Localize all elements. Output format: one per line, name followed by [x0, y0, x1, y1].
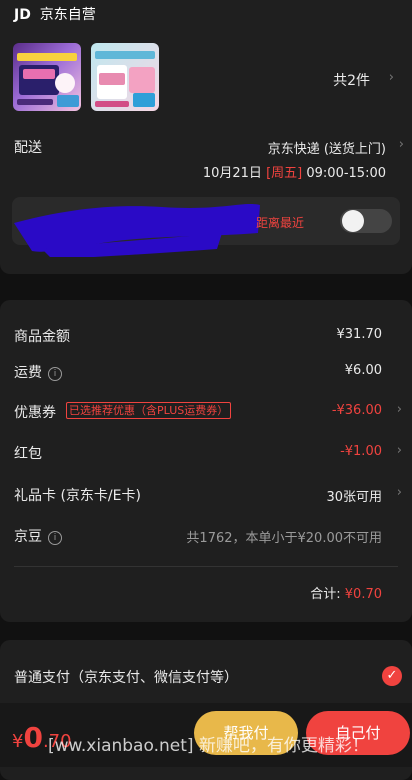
nearest-tag: 距离最近	[256, 216, 305, 230]
delivery-weekday: [周五]	[266, 166, 303, 181]
freight-value: ¥6.00	[344, 363, 382, 378]
watermark-text: [ww.xianbao.net] 新赚吧，有你更精彩！	[48, 736, 369, 756]
total-label: 合计:	[310, 587, 341, 602]
giftcard-value[interactable]: 30张可用	[326, 486, 382, 505]
total-row: 合计: ¥0.70	[310, 583, 382, 602]
store-header: JD 京东自营	[14, 4, 96, 24]
freight-label-text: 运费	[14, 365, 42, 381]
pickup-option-row[interactable]: 距离最近	[12, 197, 400, 257]
giftcard-chevron-icon[interactable]: ›	[397, 485, 402, 500]
total-value: ¥0.70	[344, 587, 382, 602]
coupon-chevron-icon[interactable]: ›	[397, 402, 402, 417]
delivery-method[interactable]: 京东快递 (送货上门)	[268, 138, 386, 157]
redaction-scribble-icon	[14, 204, 260, 257]
jingdou-info-icon[interactable]: i	[48, 531, 62, 545]
delivery-chevron-icon[interactable]: ›	[399, 137, 404, 152]
redpacket-value[interactable]: -¥1.00	[340, 444, 382, 459]
payment-selected-check-icon[interactable]: ✓	[382, 666, 402, 686]
item-count[interactable]: 共2件	[333, 70, 370, 90]
order-top-card: JD 京东自营 共2件 › 配送 京东快递 (送货上门) › 10月21日 [周…	[0, 0, 412, 274]
redpacket-chevron-icon[interactable]: ›	[397, 443, 402, 458]
price-integer: 0	[23, 721, 43, 754]
price-summary-card: 商品金额 ¥31.70 运费 i ¥6.00 优惠券 已选推荐优惠（含PLUS运费…	[0, 300, 412, 622]
bottom-action-bar: ¥0.70 帮我付 自己付 [ww.xianbao.net] 新赚吧，有你更精彩…	[0, 703, 412, 767]
freight-label: 运费 i	[14, 362, 62, 382]
toggle-knob-icon	[342, 210, 364, 232]
giftcard-label: 礼品卡 (京东卡/E卡)	[14, 488, 141, 504]
goods-amount-label: 商品金额	[14, 329, 70, 345]
items-chevron-icon[interactable]: ›	[389, 70, 394, 85]
product-image-2-icon	[95, 51, 155, 107]
product-thumbnail-1[interactable]	[13, 43, 81, 111]
jingdou-label-text: 京豆	[14, 529, 42, 545]
delivery-time-range: 09:00-15:00	[306, 166, 386, 181]
product-image-1-icon	[17, 53, 79, 107]
jingdou-label: 京豆 i	[14, 526, 62, 546]
coupon-tag: 已选推荐优惠（含PLUS运费券）	[66, 402, 232, 419]
product-thumbnail-2[interactable]	[91, 43, 159, 111]
jingdou-value: 共1762，本单小于¥20.00不可用	[186, 531, 382, 546]
payment-method-label[interactable]: 普通支付（京东支付、微信支付等）	[14, 667, 238, 687]
redpacket-label: 红包	[14, 446, 42, 462]
goods-amount-value: ¥31.70	[336, 327, 383, 342]
summary-divider	[14, 566, 398, 567]
jd-logo-icon: JD	[14, 7, 31, 23]
coupon-value[interactable]: -¥36.00	[332, 403, 382, 418]
freight-info-icon[interactable]: i	[48, 367, 62, 381]
delivery-time[interactable]: 10月21日 [周五] 09:00-15:00	[203, 162, 386, 181]
delivery-label: 配送	[14, 140, 42, 156]
price-symbol: ¥	[12, 731, 24, 752]
coupon-label: 优惠券	[14, 405, 56, 421]
delivery-date: 10月21日	[202, 166, 262, 181]
store-name: 京东自营	[39, 7, 96, 23]
pickup-toggle[interactable]	[340, 209, 392, 233]
